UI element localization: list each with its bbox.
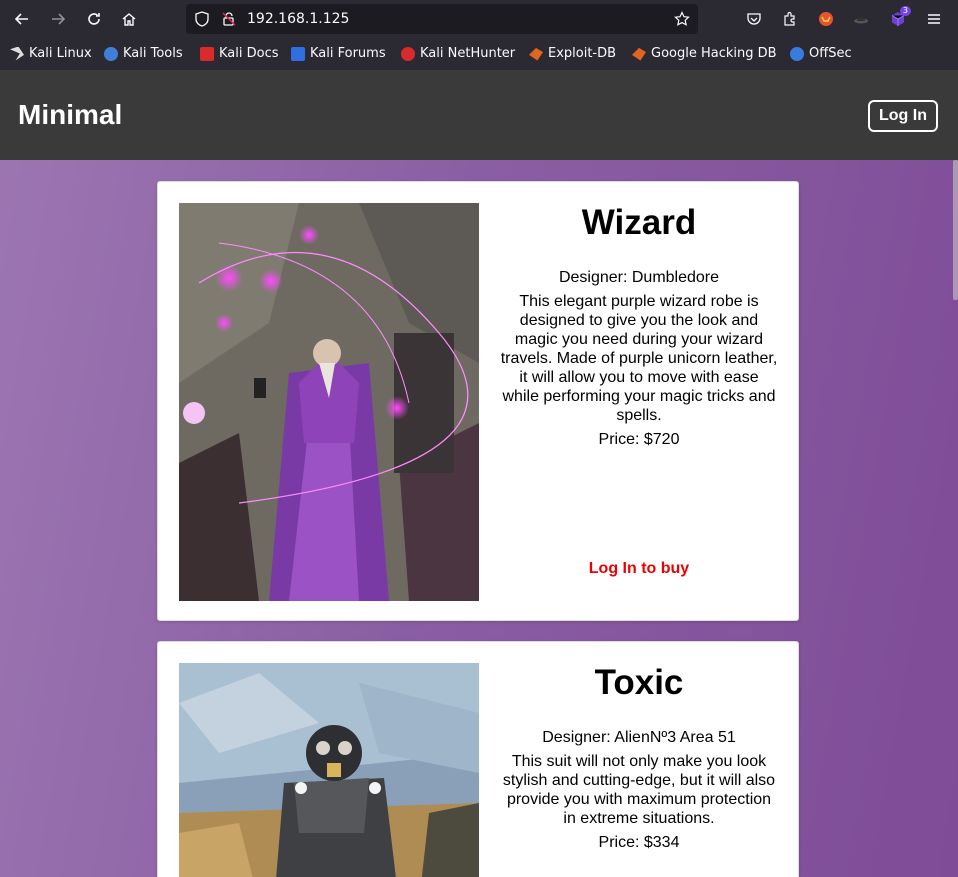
bookmark-kali-nethunter[interactable]: Kali NetHunter: [401, 46, 515, 61]
bookmark-kali-tools[interactable]: Kali Tools: [104, 46, 183, 61]
product-card: Wizard Designer: Dumbledore This elegant…: [157, 181, 799, 621]
product-info: Wizard Designer: Dumbledore This elegant…: [499, 203, 779, 577]
extension-count-badge: 3: [899, 6, 911, 16]
offsec-icon: [790, 46, 804, 61]
insecure-lock-icon[interactable]: [221, 11, 237, 27]
hamburger-menu-icon: [928, 14, 940, 24]
product-price: Price: $334: [598, 834, 680, 851]
bookmark-label: Exploit-DB: [548, 46, 617, 61]
page-viewport: Minimal Log In Wizard Designer: Dumbledo…: [0, 70, 958, 877]
product-title: Wizard: [581, 203, 697, 242]
bookmark-label: Kali Forums: [310, 46, 386, 61]
bookmark-kali-linux[interactable]: Kali Linux: [10, 46, 92, 61]
kali-tools-icon: [104, 46, 118, 61]
forward-arrow-icon: [52, 13, 66, 25]
ghdb-icon: [632, 47, 646, 61]
bookmark-kali-forums[interactable]: Kali Forums: [291, 46, 386, 61]
bookmark-offsec[interactable]: OffSec: [790, 46, 852, 61]
browser-chrome: 192.168.1.125 3 Kali Linux Kali Tools Ka…: [0, 0, 958, 70]
bookmark-exploit-db[interactable]: Exploit-DB: [529, 46, 616, 61]
product-designer: Designer: Dumbledore: [558, 269, 720, 286]
menu-button[interactable]: [920, 5, 948, 33]
reload-button[interactable]: [80, 5, 108, 33]
product-card: Toxic Designer: AlienNº3 Area 51 This su…: [157, 641, 799, 877]
bookmark-label: OffSec: [809, 46, 852, 61]
pocket-icon: [747, 13, 761, 25]
kali-docs-icon: [200, 46, 214, 61]
url-text[interactable]: 192.168.1.125: [247, 11, 349, 27]
bookmark-label: Kali Linux: [29, 46, 92, 61]
product-title: Toxic: [594, 663, 684, 702]
login-button[interactable]: Log In: [868, 100, 938, 132]
bookmark-label: Kali Tools: [123, 46, 183, 61]
puzzle-icon: [784, 11, 795, 26]
product-info: Toxic Designer: AlienNº3 Area 51 This su…: [499, 663, 779, 852]
extension-hat-button[interactable]: [847, 5, 875, 33]
product-image: [179, 203, 479, 601]
reload-icon: [88, 13, 100, 25]
extensions-button[interactable]: [776, 5, 804, 33]
login-to-buy-link[interactable]: Log In to buy: [499, 560, 779, 578]
forward-button[interactable]: [44, 5, 72, 33]
kali-forums-icon: [291, 46, 305, 61]
back-arrow-icon: [14, 13, 28, 25]
product-designer: Designer: AlienNº3 Area 51: [542, 729, 736, 746]
bookmark-label: Kali NetHunter: [420, 46, 516, 61]
bookmark-google-hacking-db[interactable]: Google Hacking DB: [632, 46, 777, 61]
extension-fox-button[interactable]: [812, 5, 840, 33]
product-description: This elegant purple wizard robe is desig…: [500, 293, 778, 424]
kali-dragon-icon: [10, 46, 24, 61]
exploit-db-icon: [529, 47, 543, 61]
bookmarks-toolbar: Kali Linux Kali Tools Kali Docs Kali For…: [0, 42, 958, 68]
pocket-button[interactable]: [740, 5, 768, 33]
bookmark-label: Kali Docs: [219, 46, 279, 61]
product-description: This suit will not only make you look st…: [502, 753, 776, 827]
bookmark-star-icon[interactable]: [674, 11, 690, 27]
extension-cube-button[interactable]: 3: [884, 5, 912, 33]
home-icon: [122, 13, 136, 26]
product-image: [179, 663, 479, 877]
scrollbar[interactable]: [953, 160, 958, 300]
address-bar[interactable]: 192.168.1.125: [186, 4, 698, 34]
home-button[interactable]: [115, 5, 143, 33]
site-brand[interactable]: Minimal: [18, 99, 122, 131]
bookmark-kali-docs[interactable]: Kali Docs: [200, 46, 279, 61]
foxyproxy-icon: [819, 12, 833, 26]
hat-icon: [854, 17, 868, 24]
product-price: Price: $720: [598, 431, 680, 448]
bookmark-label: Google Hacking DB: [651, 46, 777, 61]
site-header: Minimal Log In: [0, 70, 958, 160]
kali-nethunter-icon: [401, 46, 415, 61]
shield-icon[interactable]: [194, 11, 210, 27]
back-button[interactable]: [8, 5, 36, 33]
